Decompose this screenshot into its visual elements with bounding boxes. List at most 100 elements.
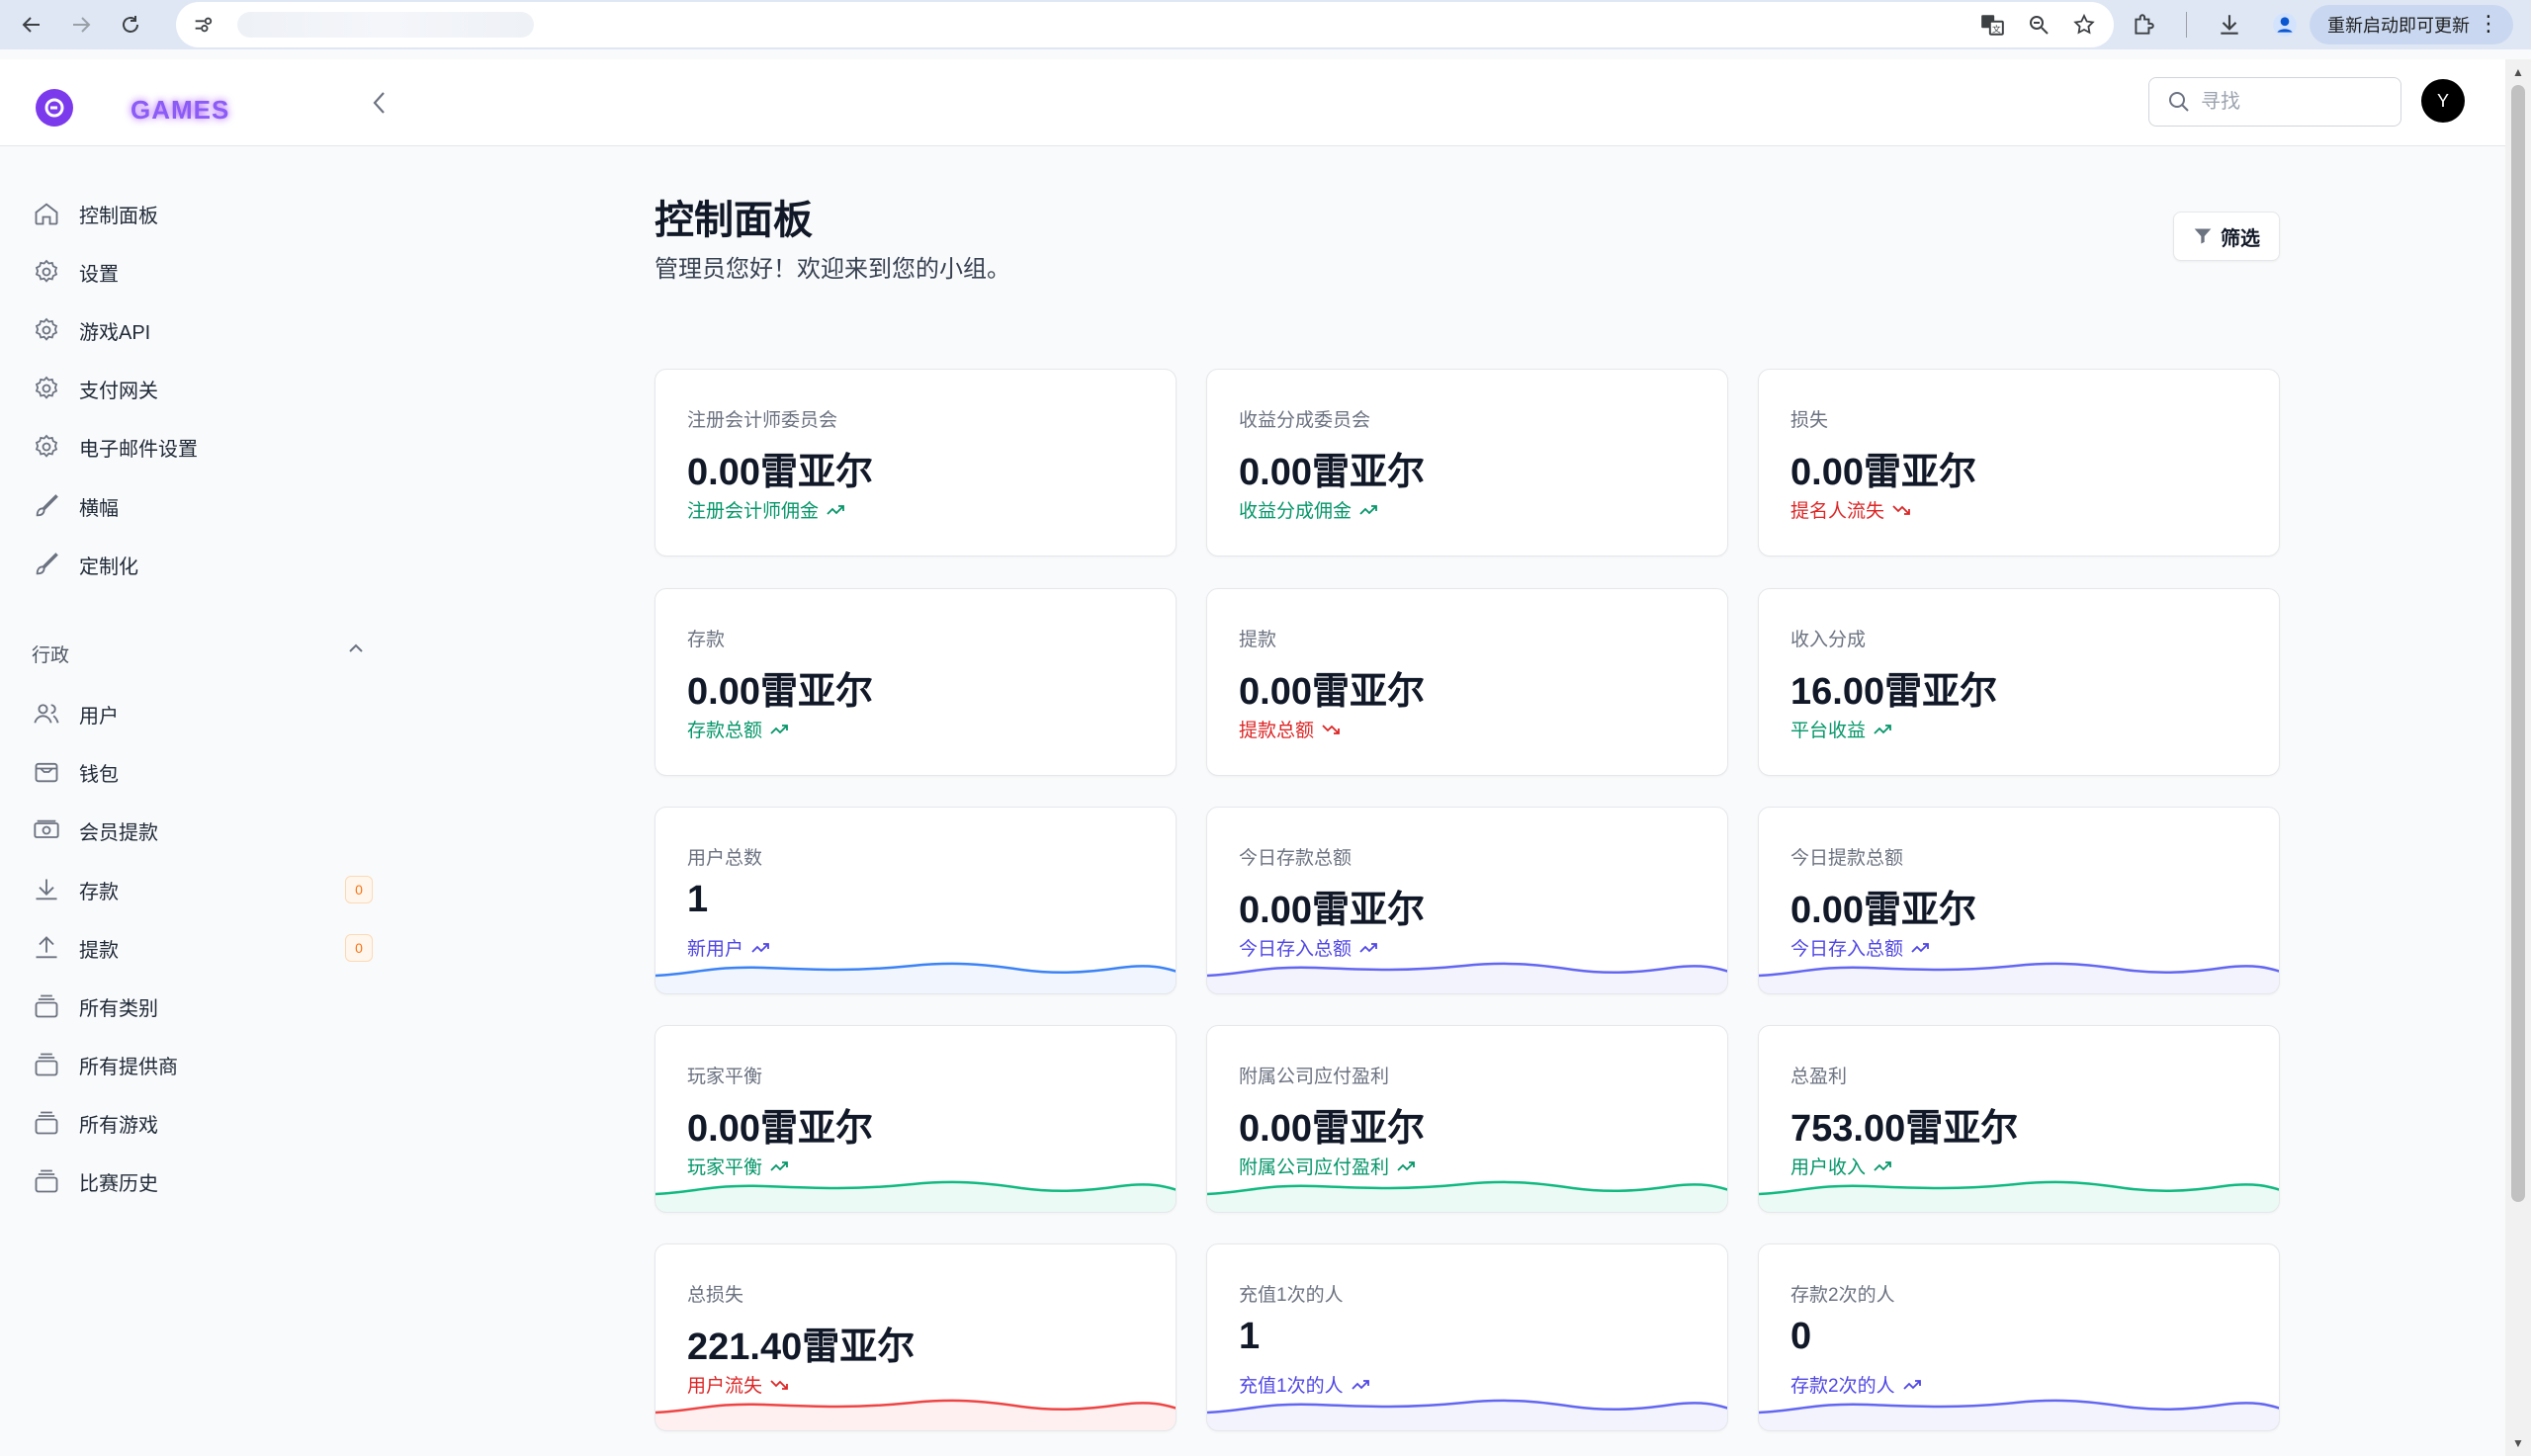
site-info-icon[interactable] bbox=[188, 10, 218, 40]
stat-card-value: 0.00雷亚尔 bbox=[687, 1108, 873, 1150]
stat-card-sparkline bbox=[655, 1399, 1176, 1430]
scroll-up-icon[interactable]: ▲ bbox=[2512, 65, 2524, 79]
stat-card: 注册会计师委员会 0.00雷亚尔 注册会计师佣金 bbox=[655, 369, 1177, 557]
stat-card-label: 收益分成委员会 bbox=[1239, 410, 1371, 431]
user-avatar[interactable]: Y bbox=[2421, 79, 2465, 123]
stat-card: 总盈利 753.00雷亚尔 用户收入 bbox=[1758, 1025, 2280, 1213]
sidebar-item-label: 设置 bbox=[79, 263, 119, 286]
stat-card: 收入分成 16.00雷亚尔 平台收益 bbox=[1758, 588, 2280, 776]
sidebar-item-settings[interactable]: 设置 bbox=[32, 252, 373, 292]
sidebar-item-payment-gateway[interactable]: 支付网关 bbox=[32, 369, 373, 408]
stat-card-trend-label: 提名人流失 bbox=[1790, 501, 1885, 522]
update-browser-button[interactable]: 重新启动即可更新 ⋮ bbox=[2310, 5, 2513, 44]
filter-icon bbox=[2194, 228, 2212, 244]
sidebar-item-all-games[interactable]: 所有游戏 bbox=[32, 1103, 373, 1143]
sidebar-item-label: 钱包 bbox=[79, 763, 119, 786]
trending-up-icon bbox=[827, 504, 844, 515]
reload-icon[interactable] bbox=[113, 7, 148, 43]
search-box[interactable] bbox=[2148, 77, 2401, 127]
forward-icon[interactable] bbox=[63, 7, 99, 43]
translate-icon[interactable]: 文 bbox=[1979, 12, 2005, 38]
chevron-up-icon[interactable] bbox=[348, 642, 364, 654]
wallet-icon bbox=[32, 757, 61, 787]
sidebar-item-label: 提款 bbox=[79, 939, 119, 962]
stat-card-value: 0.00雷亚尔 bbox=[1790, 452, 1976, 493]
stat-card-trend-label: 注册会计师佣金 bbox=[687, 501, 820, 522]
stat-card-value: 16.00雷亚尔 bbox=[1790, 671, 1998, 713]
page-subtitle: 管理员您好！欢迎来到您的小组。 bbox=[655, 256, 1010, 283]
stat-card-value: 0.00雷亚尔 bbox=[687, 671, 873, 713]
sidebar-item-wallet[interactable]: 钱包 bbox=[32, 752, 373, 792]
sidebar-item-email-settings[interactable]: 电子邮件设置 bbox=[32, 427, 373, 467]
sidebar-item-all-categories[interactable]: 所有类别 bbox=[32, 986, 373, 1026]
stat-card: 今日存款总额 0.00雷亚尔 今日存入总额 bbox=[1206, 807, 1728, 994]
trending-down-icon bbox=[1322, 724, 1340, 734]
sidebar-item-label: 所有类别 bbox=[79, 997, 158, 1020]
stat-card: 玩家平衡 0.00雷亚尔 玩家平衡 bbox=[655, 1025, 1177, 1213]
scroll-down-icon[interactable]: ▼ bbox=[2512, 1436, 2524, 1450]
stat-card-trend-label: 收益分成佣金 bbox=[1239, 501, 1353, 522]
stat-card-label: 今日提款总额 bbox=[1790, 848, 1904, 869]
scrollbar-thumb[interactable] bbox=[2511, 85, 2525, 1202]
brand-name[interactable]: GAMES bbox=[131, 95, 229, 126]
toolbar-divider bbox=[2186, 12, 2187, 38]
sidebar-item-label: 所有游戏 bbox=[79, 1114, 158, 1137]
sidebar-item-all-providers[interactable]: 所有提供商 bbox=[32, 1045, 373, 1084]
stat-card-label: 存款2次的人 bbox=[1790, 1285, 1895, 1306]
stat-card-trend: 存款总额 bbox=[687, 716, 790, 742]
stack-icon bbox=[32, 991, 61, 1021]
browser-toolbar: 文 重新启动即可更新 ⋮ bbox=[0, 0, 2531, 49]
address-bar[interactable]: 文 bbox=[176, 2, 2114, 47]
sidebar-item-label: 定制化 bbox=[79, 556, 138, 578]
back-icon[interactable] bbox=[14, 7, 49, 43]
gear-icon bbox=[32, 432, 61, 462]
sidebar-item-banners[interactable]: 横幅 bbox=[32, 486, 373, 526]
sidebar-item-match-history[interactable]: 比赛历史 bbox=[32, 1161, 373, 1201]
search-input[interactable] bbox=[2201, 90, 2379, 114]
stat-card-value: 0.00雷亚尔 bbox=[1239, 1108, 1425, 1150]
stat-card-sparkline bbox=[1759, 1399, 2279, 1430]
download-icon bbox=[32, 875, 61, 904]
bookmark-star-icon[interactable] bbox=[2072, 13, 2096, 37]
stat-card-value: 1 bbox=[1239, 1316, 1261, 1357]
sidebar-item-game-api[interactable]: 游戏API bbox=[32, 310, 373, 350]
filter-label: 筛选 bbox=[2221, 227, 2260, 250]
admin-section-label: 行政 bbox=[32, 645, 70, 666]
profile-icon[interactable] bbox=[2272, 12, 2298, 38]
app-logo[interactable] bbox=[36, 89, 73, 127]
sidebar-collapse-button[interactable] bbox=[368, 87, 392, 119]
page-title: 控制面板 bbox=[655, 199, 813, 242]
stat-card-sparkline bbox=[655, 1180, 1176, 1212]
extensions-icon[interactable] bbox=[2131, 12, 2156, 38]
stat-card-trend-label: 提款总额 bbox=[1239, 721, 1315, 741]
sidebar-item-label: 游戏API bbox=[79, 321, 151, 344]
stat-card: 今日提款总额 0.00雷亚尔 今日存入总额 bbox=[1758, 807, 2280, 994]
stat-card-trend: 注册会计师佣金 bbox=[687, 496, 846, 523]
sidebar-item-deposits[interactable]: 存款 0 bbox=[32, 870, 373, 909]
sidebar-item-member-withdrawal[interactable]: 会员提款 bbox=[32, 811, 373, 850]
sidebar-item-dashboard[interactable]: 控制面板 bbox=[32, 194, 373, 233]
page-scrollbar[interactable]: ▲ ▼ bbox=[2505, 59, 2531, 1456]
stat-card-value: 753.00雷亚尔 bbox=[1790, 1108, 2019, 1150]
svg-text:文: 文 bbox=[1992, 24, 2001, 36]
filter-button[interactable]: 筛选 bbox=[2173, 212, 2280, 261]
zoom-icon[interactable] bbox=[2027, 13, 2051, 37]
sidebar-item-withdrawals[interactable]: 提款 0 bbox=[32, 928, 373, 968]
stat-card: 存款2次的人 0 存款2次的人 bbox=[1758, 1243, 2280, 1431]
stat-card-sparkline bbox=[1207, 1399, 1727, 1430]
stat-card-label: 损失 bbox=[1790, 410, 1829, 431]
brush-icon bbox=[32, 550, 61, 579]
stat-card-label: 今日存款总额 bbox=[1239, 848, 1353, 869]
sidebar-item-customization[interactable]: 定制化 bbox=[32, 545, 373, 584]
update-label: 重新启动即可更新 bbox=[2327, 16, 2470, 36]
withdrawals-count-badge: 0 bbox=[345, 934, 373, 962]
sidebar-item-label: 存款 bbox=[79, 881, 119, 903]
stat-card-label: 充值1次的人 bbox=[1239, 1285, 1344, 1306]
app-header: GAMES Y bbox=[0, 59, 2505, 146]
download-icon[interactable] bbox=[2217, 12, 2242, 38]
menu-kebab-icon[interactable]: ⋮ bbox=[2478, 13, 2499, 35]
sidebar-item-users[interactable]: 用户 bbox=[32, 694, 373, 733]
stat-card-value: 0.00雷亚尔 bbox=[1239, 890, 1425, 931]
stat-card-sparkline bbox=[1207, 962, 1727, 993]
stat-card-trend: 收益分成佣金 bbox=[1239, 496, 1379, 523]
